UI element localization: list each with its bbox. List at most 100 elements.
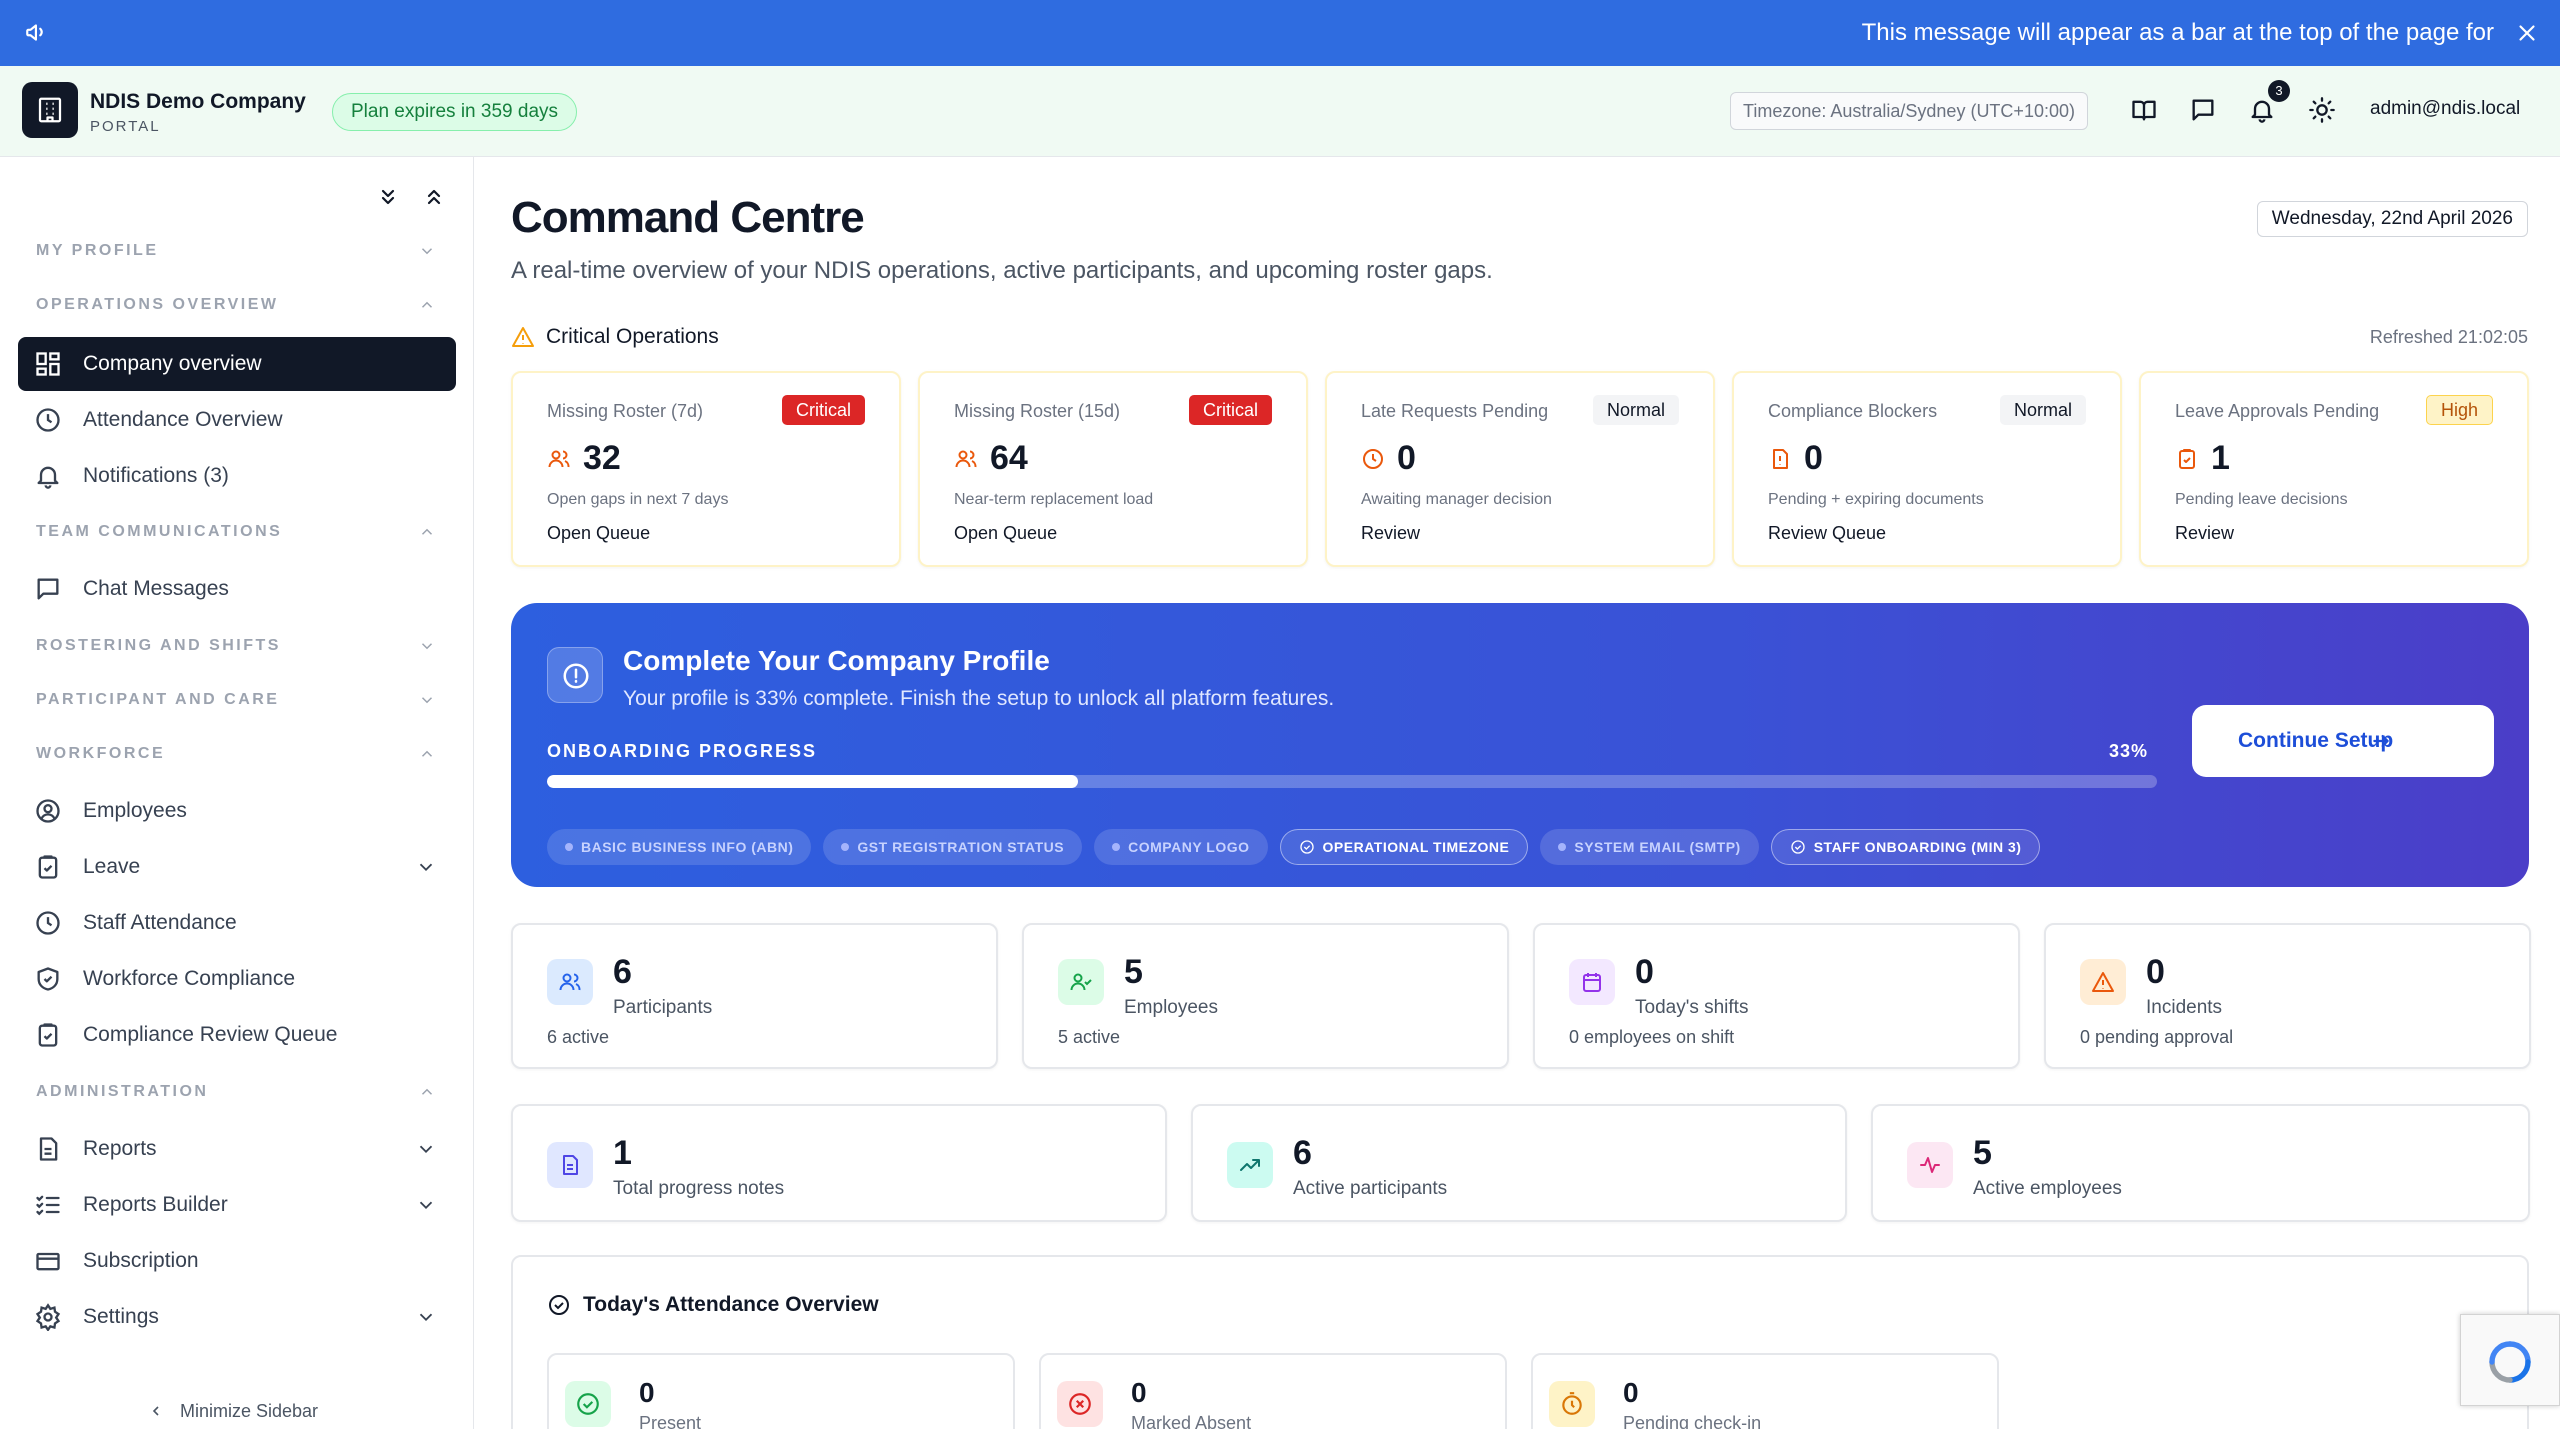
attendance-card-present[interactable]: 0 Present: [547, 1353, 1015, 1429]
current-date: Wednesday, 22nd April 2026: [2256, 201, 2528, 237]
close-icon[interactable]: [2514, 20, 2540, 46]
chevron-down-icon[interactable]: [418, 637, 436, 655]
sidebar-item-staff-attendance[interactable]: Staff Attendance: [18, 896, 456, 950]
onboarding-steps: BASIC BUSINESS INFO (ABN) GST REGISTRATI…: [547, 829, 2041, 865]
user-menu[interactable]: admin@ndis.local: [2370, 98, 2520, 120]
company-subtitle: PORTAL: [90, 118, 161, 135]
chat-icon: [37, 578, 59, 600]
section-administration[interactable]: ADMINISTRATION: [36, 1083, 208, 1101]
attendance-title: Today's Attendance Overview: [583, 1293, 879, 1316]
step-label: COMPANY LOGO: [1128, 839, 1250, 855]
book-icon[interactable]: [2130, 96, 2158, 124]
stat-value: 6: [613, 953, 632, 991]
sidebar-item-compliance-review-queue[interactable]: Compliance Review Queue: [18, 1008, 456, 1062]
warning-icon: [2092, 972, 2114, 992]
step-chip[interactable]: STAFF ONBOARDING (MIN 3): [1770, 829, 2041, 865]
continue-setup-button[interactable]: Continue Setup: [2192, 705, 2494, 777]
critical-operations-title: Critical Operations: [546, 325, 719, 348]
critical-card-leave-approvals[interactable]: Leave Approvals Pending High 1 Pending l…: [2139, 371, 2529, 567]
sidebar-item-reports[interactable]: Reports: [18, 1122, 456, 1176]
users-icon: [559, 973, 581, 991]
clipboard-check-icon: [2179, 449, 2195, 469]
section-rostering-and-shifts[interactable]: ROSTERING AND SHIFTS: [36, 637, 281, 655]
timer-icon: [1562, 1392, 1582, 1415]
card-action-link[interactable]: Review Queue: [1768, 523, 1886, 544]
clipboard-check-icon: [38, 1023, 58, 1047]
stat-card-participants[interactable]: 6 Participants 6 active: [511, 923, 998, 1069]
critical-card-compliance-blockers[interactable]: Compliance Blockers Normal 0 Pending + e…: [1732, 371, 2122, 567]
card-action-link[interactable]: Open Queue: [547, 523, 650, 544]
stat-card-todays-shifts[interactable]: 0 Today's shifts 0 employees on shift: [1533, 923, 2020, 1069]
expand-all-icon[interactable]: [376, 185, 400, 209]
credit-card-icon: [36, 1252, 60, 1271]
sidebar-item-subscription[interactable]: Subscription: [18, 1234, 456, 1288]
stat-card-incidents[interactable]: 0 Incidents 0 pending approval: [2044, 923, 2531, 1069]
sidebar-item-label: Settings: [83, 1305, 159, 1328]
critical-card-missing-roster-15d[interactable]: Missing Roster (15d) Critical 64 Near-te…: [918, 371, 1308, 567]
step-chip[interactable]: BASIC BUSINESS INFO (ABN): [547, 829, 812, 865]
bell-icon[interactable]: [2248, 96, 2276, 124]
company-logo[interactable]: [22, 82, 78, 138]
chevron-up-icon[interactable]: [418, 1083, 436, 1101]
users-icon: [955, 450, 977, 468]
sidebar-item-chat-messages[interactable]: Chat Messages: [18, 562, 456, 616]
section-participant-and-care[interactable]: PARTICIPANT AND CARE: [36, 691, 279, 709]
icon-box: [1907, 1142, 1953, 1188]
sidebar-item-notifications[interactable]: Notifications (3): [18, 449, 456, 503]
icon-box: [1549, 1381, 1595, 1427]
sidebar-item-attendance-overview[interactable]: Attendance Overview: [18, 393, 456, 447]
card-action-link[interactable]: Review: [1361, 523, 1420, 544]
stat-card-active-employees[interactable]: 5 Active employees: [1871, 1104, 2530, 1222]
stat-card-employees[interactable]: 5 Employees 5 active: [1022, 923, 1509, 1069]
bell-icon: [37, 466, 59, 489]
sidebar-item-label: Compliance Review Queue: [83, 1023, 338, 1046]
icon-box: [547, 959, 593, 1005]
attendance-card-marked-absent[interactable]: 0 Marked Absent: [1039, 1353, 1507, 1429]
chevron-down-icon[interactable]: [418, 691, 436, 709]
dashboard-icon: [36, 352, 60, 376]
activity-icon: [1920, 1157, 1940, 1173]
sidebar-item-workforce-compliance[interactable]: Workforce Compliance: [18, 952, 456, 1006]
card-action-link[interactable]: Open Queue: [954, 523, 1057, 544]
critical-card-missing-roster-7d[interactable]: Missing Roster (7d) Critical 32 Open gap…: [511, 371, 901, 567]
step-chip[interactable]: GST REGISTRATION STATUS: [823, 829, 1083, 865]
card-action-link[interactable]: Review: [2175, 523, 2234, 544]
sun-icon[interactable]: [2308, 96, 2336, 124]
sidebar-item-leave[interactable]: Leave: [18, 840, 456, 894]
x-circle-icon: [1069, 1393, 1091, 1415]
attendance-card-pending-check-in[interactable]: 0 Pending check-in: [1531, 1353, 1999, 1429]
chevron-up-icon[interactable]: [418, 523, 436, 541]
sidebar-item-label: Leave: [83, 855, 141, 878]
stat-label: Employees: [1124, 997, 1218, 1018]
stat-value: 0: [2146, 953, 2165, 991]
section-team-communications[interactable]: TEAM COMMUNICATIONS: [36, 523, 282, 541]
critical-card-late-requests[interactable]: Late Requests Pending Normal 0 Awaiting …: [1325, 371, 1715, 567]
stat-card-active-participants[interactable]: 6 Active participants: [1191, 1104, 1847, 1222]
sidebar-item-company-overview[interactable]: Company overview: [18, 337, 456, 391]
chevron-up-icon[interactable]: [418, 745, 436, 763]
collapse-all-icon[interactable]: [422, 185, 446, 209]
chevron-down-icon[interactable]: [418, 242, 436, 260]
recaptcha-badge[interactable]: [2460, 1314, 2560, 1406]
building-icon: [38, 97, 62, 123]
section-workforce[interactable]: WORKFORCE: [36, 745, 165, 763]
step-chip[interactable]: OPERATIONAL TIMEZONE: [1279, 829, 1529, 865]
arrow-right-icon: [2373, 734, 2389, 748]
sidebar-item-settings[interactable]: Settings: [18, 1290, 456, 1344]
check-circle-icon: [549, 1295, 569, 1315]
chevron-up-icon[interactable]: [418, 296, 436, 314]
sidebar-item-label: Notifications (3): [83, 464, 229, 487]
progress-bar-fill: [547, 775, 1079, 788]
status-badge: Normal: [1999, 395, 2086, 425]
step-chip[interactable]: COMPANY LOGO: [1094, 829, 1268, 865]
sidebar-item-reports-builder[interactable]: Reports Builder: [18, 1178, 456, 1232]
chat-icon[interactable]: [2189, 96, 2217, 124]
section-my-profile[interactable]: MY PROFILE: [36, 242, 159, 260]
step-chip[interactable]: SYSTEM EMAIL (SMTP): [1540, 829, 1759, 865]
status-badge: Normal: [1592, 395, 1679, 425]
icon-box: [1569, 959, 1615, 1005]
sidebar-item-employees[interactable]: Employees: [18, 784, 456, 838]
attendance-value: 0: [1131, 1377, 1147, 1408]
section-operations-overview[interactable]: OPERATIONS OVERVIEW: [36, 296, 279, 314]
stat-card-progress-notes[interactable]: 1 Total progress notes: [511, 1104, 1167, 1222]
